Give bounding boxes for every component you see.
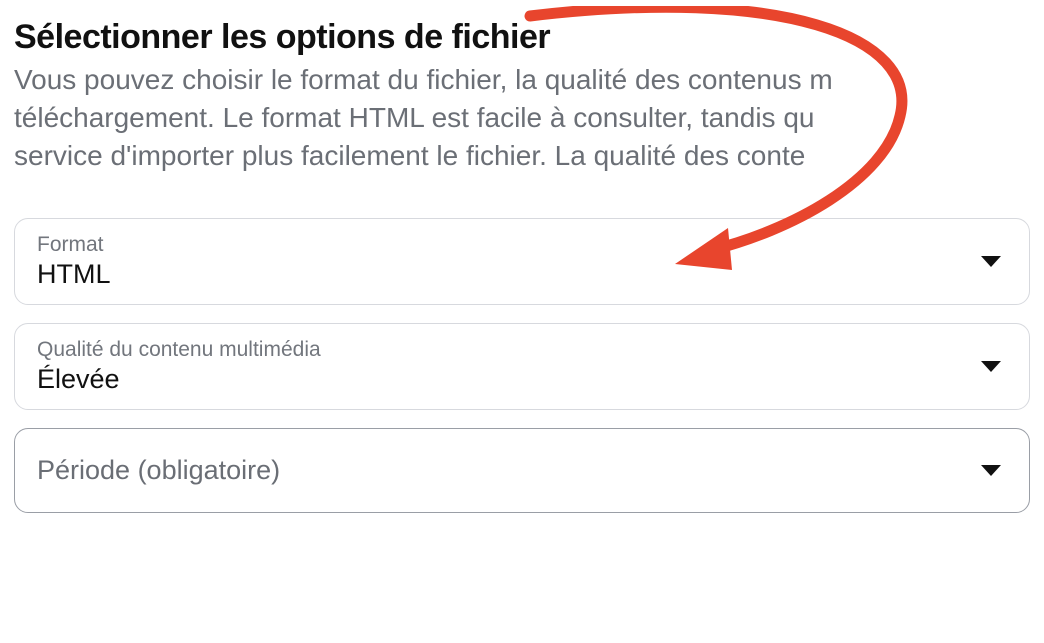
chevron-down-icon	[981, 256, 1001, 267]
period-label: Période (obligatoire)	[37, 455, 280, 486]
format-value: HTML	[37, 259, 111, 290]
chevron-down-icon	[981, 465, 1001, 476]
period-text: Période (obligatoire)	[37, 455, 280, 486]
description-line: téléchargement. Le format HTML est facil…	[14, 102, 814, 133]
quality-label: Qualité du contenu multimédia	[37, 338, 321, 362]
quality-value: Élevée	[37, 364, 321, 395]
format-text: Format HTML	[37, 233, 111, 290]
period-select[interactable]: Période (obligatoire)	[14, 428, 1030, 513]
description-line: service d'importer plus facilement le fi…	[14, 140, 805, 171]
format-select[interactable]: Format HTML	[14, 218, 1030, 305]
quality-text: Qualité du contenu multimédia Élevée	[37, 338, 321, 395]
page-description: Vous pouvez choisir le format du fichier…	[14, 61, 1030, 174]
format-label: Format	[37, 233, 111, 257]
page-title: Sélectionner les options de fichier	[14, 18, 1030, 57]
description-line: Vous pouvez choisir le format du fichier…	[14, 64, 833, 95]
quality-select[interactable]: Qualité du contenu multimédia Élevée	[14, 323, 1030, 410]
chevron-down-icon	[981, 361, 1001, 372]
